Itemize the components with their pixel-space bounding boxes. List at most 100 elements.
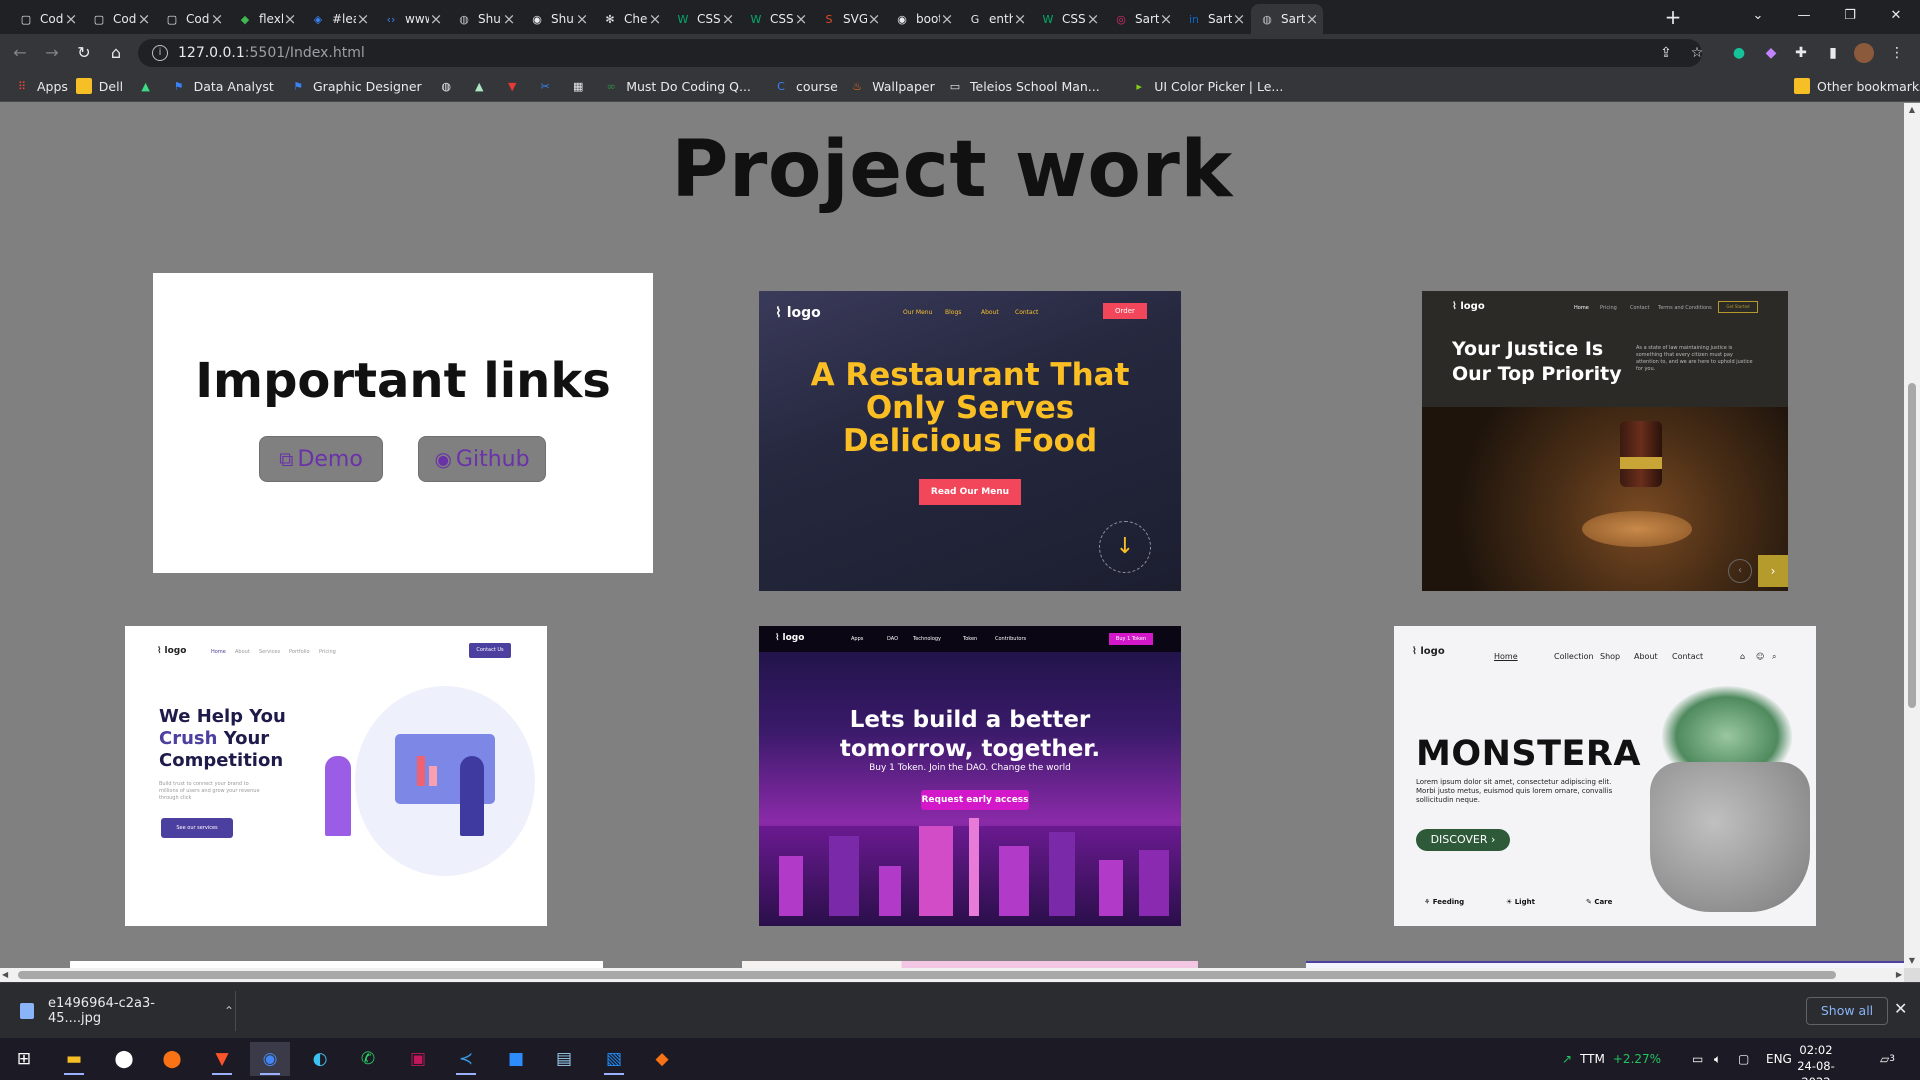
close-tab-icon[interactable]: × bbox=[356, 10, 370, 28]
file-explorer-icon[interactable]: ▬ bbox=[54, 1042, 94, 1076]
browser-tab[interactable]: ◍ Sarth× bbox=[1251, 4, 1323, 34]
grammarly-extension-icon[interactable]: ● bbox=[1728, 42, 1750, 64]
back-button[interactable]: ← bbox=[8, 41, 32, 65]
home-button[interactable]: ⌂ bbox=[104, 41, 128, 65]
close-tab-icon[interactable]: × bbox=[1305, 10, 1319, 28]
brave-icon[interactable]: ▼ bbox=[202, 1042, 242, 1076]
download-item[interactable]: e1496964-c2a3-45....jpg ⌃ bbox=[12, 991, 234, 1031]
color-extension-icon[interactable]: ◆ bbox=[1760, 42, 1782, 64]
extensions-puzzle-icon[interactable]: ✚ bbox=[1790, 42, 1812, 64]
browser-tab[interactable]: S SVG × bbox=[813, 4, 885, 34]
mongodb-compass-icon[interactable]: ⬤ bbox=[104, 1042, 144, 1076]
browser-tab[interactable]: ◈ #lear× bbox=[302, 4, 374, 34]
browser-tab[interactable]: ▢ Code× bbox=[10, 4, 82, 34]
project-card-marketing[interactable]: ⌇ logo Home About Services Portfolio Pri… bbox=[125, 626, 547, 926]
site-info-icon[interactable]: i bbox=[152, 45, 168, 61]
bookmark-item[interactable]: Dell bbox=[75, 77, 123, 95]
notification-icon[interactable]: ▱ 3 bbox=[1880, 1038, 1895, 1080]
browser-tab[interactable]: ◉ Shub× bbox=[521, 4, 593, 34]
scroll-right-arrow[interactable]: ▶ bbox=[1896, 968, 1902, 982]
browser-tab[interactable]: ◍ Shub× bbox=[448, 4, 520, 34]
profile-avatar[interactable] bbox=[1854, 43, 1874, 63]
minimize-button[interactable]: — bbox=[1784, 3, 1824, 29]
network-icon[interactable]: ▢ bbox=[1738, 1038, 1749, 1080]
volume-icon[interactable]: 🔈︎ bbox=[1714, 1038, 1721, 1080]
tab-search-icon[interactable]: ⌄ bbox=[1738, 3, 1778, 29]
show-all-button[interactable]: Show all bbox=[1806, 997, 1888, 1025]
photos-icon[interactable]: ▧ bbox=[594, 1042, 634, 1076]
close-tab-icon[interactable]: × bbox=[940, 10, 954, 28]
browser-tab[interactable]: ▢ Code× bbox=[83, 4, 155, 34]
horizontal-scroll-thumb[interactable] bbox=[18, 971, 1836, 979]
bookmark-item[interactable]: Ccourse bbox=[773, 77, 838, 95]
close-tab-icon[interactable]: × bbox=[210, 10, 224, 28]
close-tab-icon[interactable]: × bbox=[794, 10, 808, 28]
zoom-icon[interactable]: ■ bbox=[496, 1042, 536, 1076]
bookmark-item[interactable]: ▲ bbox=[471, 77, 494, 95]
demo-button[interactable]: ⧉ Demo bbox=[259, 436, 383, 482]
browser-tab[interactable]: ‹› www× bbox=[375, 4, 447, 34]
side-panel-icon[interactable]: ▮ bbox=[1822, 42, 1844, 64]
close-tab-icon[interactable]: × bbox=[283, 10, 297, 28]
browser-tab[interactable]: W CSS × bbox=[1032, 4, 1104, 34]
postman-icon[interactable]: ⬤ bbox=[152, 1042, 192, 1076]
project-card-law[interactable]: ⌇ logo Home Pricing Contact Terms and Co… bbox=[1422, 291, 1788, 591]
close-tab-icon[interactable]: × bbox=[867, 10, 881, 28]
reload-button[interactable]: ↻ bbox=[72, 41, 96, 65]
close-tab-icon[interactable]: × bbox=[648, 10, 662, 28]
windows-start-icon[interactable]: ⊞ bbox=[4, 1042, 44, 1076]
scroll-up-arrow[interactable]: ▲ bbox=[1904, 103, 1920, 117]
vscode-icon[interactable]: ≺ bbox=[446, 1042, 486, 1076]
vertical-scrollbar[interactable]: ▲ ▼ bbox=[1904, 103, 1920, 968]
git-icon[interactable]: ◆ bbox=[642, 1042, 682, 1076]
bookmark-item[interactable]: ▸ UI Color Picker | Le... bbox=[1131, 77, 1283, 95]
project-card-plant[interactable]: ⌇ logo Home Collection Shop About Contac… bbox=[1394, 626, 1816, 926]
close-tab-icon[interactable]: × bbox=[502, 10, 516, 28]
menu-kebab-icon[interactable]: ⋮ bbox=[1886, 42, 1908, 64]
project-card-peek[interactable] bbox=[1306, 961, 1904, 968]
scroll-left-arrow[interactable]: ◀ bbox=[2, 968, 8, 982]
bookmark-item[interactable]: ▦ bbox=[570, 77, 593, 95]
new-tab-button[interactable]: + bbox=[1661, 5, 1685, 29]
forward-button[interactable]: → bbox=[40, 41, 64, 65]
bookmark-item[interactable]: ◍ bbox=[438, 77, 461, 95]
edge-icon[interactable]: ◐ bbox=[300, 1042, 340, 1076]
project-card-restaurant[interactable]: ⌇ logo Our Menu Blogs About Contact Orde… bbox=[759, 291, 1181, 591]
browser-tab[interactable]: ◆ flexb× bbox=[229, 4, 301, 34]
browser-tab[interactable]: W CSS × bbox=[667, 4, 739, 34]
scroll-down-arrow[interactable]: ▼ bbox=[1904, 954, 1920, 968]
restore-button[interactable]: ❐ bbox=[1830, 3, 1870, 29]
browser-tab[interactable]: ◎ Sarth× bbox=[1105, 4, 1177, 34]
browser-tab[interactable]: ▢ Code× bbox=[156, 4, 228, 34]
vertical-scroll-thumb[interactable] bbox=[1908, 383, 1916, 708]
project-card-peek[interactable] bbox=[70, 961, 603, 968]
close-tab-icon[interactable]: × bbox=[1086, 10, 1100, 28]
browser-tab[interactable]: ◉ boot× bbox=[886, 4, 958, 34]
bookmark-item[interactable]: ♨ Wallpaper bbox=[849, 77, 934, 95]
bookmark-item[interactable]: ✂ bbox=[537, 77, 560, 95]
battery-icon[interactable]: ▭ bbox=[1692, 1038, 1703, 1080]
browser-tab[interactable]: Genth × bbox=[959, 4, 1031, 34]
project-card-peek[interactable] bbox=[742, 961, 1198, 968]
bookmark-item[interactable]: ⠿ Apps bbox=[14, 77, 68, 95]
browser-tab[interactable]: W CSS × bbox=[740, 4, 812, 34]
github-button[interactable]: ◉ Github bbox=[418, 436, 546, 482]
bookmark-item[interactable]: ⚑ Graphic Designer bbox=[290, 77, 422, 95]
app-icon[interactable]: ▣ bbox=[398, 1042, 438, 1076]
bookmark-item[interactable]: ▭ Teleios School Man... bbox=[947, 77, 1100, 95]
bookmark-item[interactable]: ▼ bbox=[504, 77, 527, 95]
address-bar[interactable]: i 127.0.0.1:5501/Index.html bbox=[138, 39, 1702, 67]
close-tab-icon[interactable]: × bbox=[429, 10, 443, 28]
close-tab-icon[interactable]: × bbox=[575, 10, 589, 28]
close-tab-icon[interactable]: × bbox=[1013, 10, 1027, 28]
other-bookmarks[interactable]: Other bookmarks bbox=[1794, 77, 1920, 95]
close-tab-icon[interactable]: × bbox=[64, 10, 78, 28]
clock[interactable]: 02:02 24-08-2022 bbox=[1786, 1042, 1846, 1080]
notepad-icon[interactable]: ▤ bbox=[544, 1042, 584, 1076]
stock-widget[interactable]: ↗ TTM +2.27% bbox=[1562, 1038, 1661, 1080]
bookmark-star-icon[interactable]: ☆ bbox=[1686, 42, 1708, 64]
bookmark-item[interactable]: ⚑ Data Analyst bbox=[171, 77, 274, 95]
share-icon[interactable]: ⇪ bbox=[1655, 42, 1677, 64]
close-tab-icon[interactable]: × bbox=[721, 10, 735, 28]
horizontal-scrollbar[interactable]: ◀ ▶ bbox=[0, 968, 1904, 982]
